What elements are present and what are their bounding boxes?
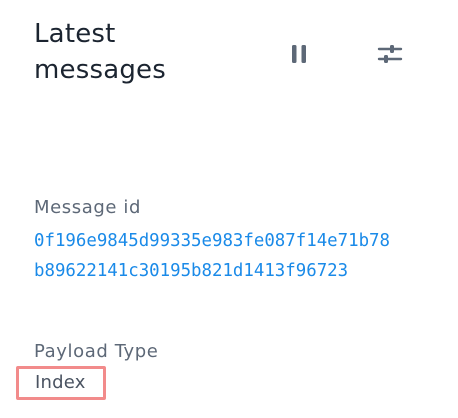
pause-icon (292, 45, 306, 63)
filter-settings-button[interactable] (372, 36, 408, 72)
panel-title-line2: messages (34, 55, 166, 85)
latest-messages-panel: Latest messages Message id 0f196e9845d99… (0, 0, 458, 418)
panel-title-line1: Latest (34, 19, 116, 49)
payload-type-value: Index (16, 366, 106, 400)
payload-type-label: Payload Type (34, 341, 159, 362)
panel-title: Latest messages (34, 16, 254, 88)
message-id-label: Message id (34, 197, 142, 218)
sliders-icon (377, 45, 403, 63)
message-id-link[interactable]: 0f196e9845d99335e983fe087f14e71b78b89622… (34, 226, 394, 286)
pause-button[interactable] (281, 36, 317, 72)
